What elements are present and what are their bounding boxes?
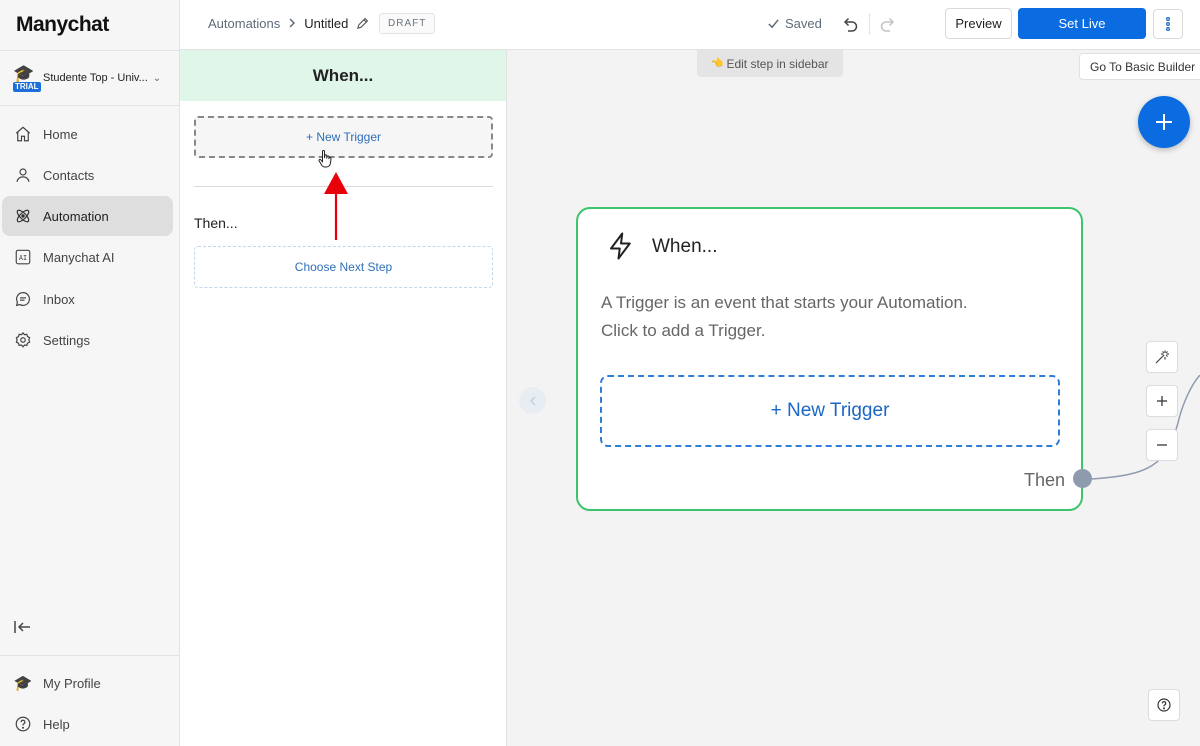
node-title: When... xyxy=(652,236,718,257)
lightning-bolt-icon xyxy=(610,232,631,260)
chat-icon xyxy=(13,289,33,309)
svg-text:AI: AI xyxy=(19,254,27,262)
node-description: A Trigger is an event that starts your A… xyxy=(601,289,1061,345)
flow-canvas[interactable]: 👈 Edit step in sidebar Go To Basic Build… xyxy=(508,50,1200,746)
graduation-cap-icon: 🎓 xyxy=(13,64,35,83)
step-edit-panel: When... + New Trigger Then... Choose Nex… xyxy=(180,50,507,746)
node-new-trigger-button[interactable]: + New Trigger xyxy=(600,375,1060,447)
collapse-panel-button[interactable] xyxy=(519,387,546,414)
help-icon xyxy=(1157,698,1171,712)
check-icon xyxy=(768,19,779,29)
nav-item-inbox[interactable]: Inbox xyxy=(2,279,173,319)
automation-name: Untitled xyxy=(304,16,349,31)
plus-icon xyxy=(1156,114,1172,130)
left-nav: Manychat 🎓 TRIAL Studente Top - Univ... … xyxy=(0,0,180,746)
breadcrumb: Automations Untitled xyxy=(208,16,369,31)
trigger-node[interactable]: When... A Trigger is an event that start… xyxy=(576,207,1083,511)
nav-item-label: Help xyxy=(43,716,70,732)
hand-pointer-cursor-icon xyxy=(318,150,332,168)
edit-step-hint-text: Edit step in sidebar xyxy=(726,56,829,71)
nav-item-label: Contacts xyxy=(43,167,95,183)
nav-item-label: My Profile xyxy=(43,675,101,691)
choose-next-step-button[interactable]: Choose Next Step xyxy=(194,246,493,288)
nav-divider xyxy=(0,50,180,51)
annotation-arrow-icon xyxy=(324,172,348,240)
nav-item-my-profile[interactable]: 🎓 My Profile xyxy=(2,663,173,703)
account-name: Studente Top - Univ... xyxy=(43,72,148,84)
nav-item-label: Automation xyxy=(43,208,109,224)
nav-item-manychat-ai[interactable]: AI Manychat AI xyxy=(2,237,173,277)
kebab-menu-icon xyxy=(1166,17,1170,32)
home-icon xyxy=(13,124,33,144)
edit-step-hint: 👈 Edit step in sidebar xyxy=(697,50,843,77)
ai-icon: AI xyxy=(13,247,33,267)
zoom-out-button[interactable] xyxy=(1146,429,1178,461)
profile-avatar-icon: 🎓 xyxy=(13,675,33,692)
trial-badge: TRIAL xyxy=(13,82,41,92)
top-bar: Automations Untitled DRAFT Saved Preview… xyxy=(180,0,1200,50)
undo-icon[interactable] xyxy=(840,14,860,34)
new-trigger-button[interactable]: + New Trigger xyxy=(194,116,493,158)
nav-item-label: Home xyxy=(43,126,78,142)
redo-icon[interactable] xyxy=(878,14,898,34)
breadcrumb-automations-link[interactable]: Automations xyxy=(208,16,280,31)
chevron-down-icon: ⌄ xyxy=(152,72,162,84)
saved-indicator: Saved xyxy=(767,16,822,31)
nav-item-automation[interactable]: Automation xyxy=(2,196,173,236)
auto-arrange-button[interactable] xyxy=(1146,341,1178,373)
gear-icon xyxy=(13,330,33,350)
saved-label: Saved xyxy=(785,16,822,31)
help-button[interactable] xyxy=(1148,689,1180,721)
nav-item-contacts[interactable]: Contacts xyxy=(2,155,173,195)
nav-item-help[interactable]: Help xyxy=(2,704,173,744)
node-output-port[interactable] xyxy=(1073,469,1092,488)
account-switcher[interactable]: 🎓 TRIAL Studente Top - Univ... ⌄ xyxy=(10,62,172,94)
nav-divider xyxy=(0,105,180,106)
panel-title: When... xyxy=(180,50,506,101)
pointing-hand-icon: 👈 xyxy=(711,58,724,69)
nav-item-home[interactable]: Home xyxy=(2,114,173,154)
node-then-label: Then xyxy=(1023,470,1065,490)
nav-item-label: Manychat AI xyxy=(43,249,115,265)
user-icon xyxy=(13,165,33,185)
add-step-button[interactable] xyxy=(1138,96,1190,148)
node-description-line: Click to add a Trigger. xyxy=(601,321,766,340)
go-to-basic-builder-button[interactable]: Go To Basic Builder xyxy=(1079,53,1200,80)
nav-item-settings[interactable]: Settings xyxy=(2,320,173,360)
node-description-line: A Trigger is an event that starts your A… xyxy=(601,293,968,312)
automation-icon xyxy=(13,206,33,226)
magic-wand-icon xyxy=(1155,350,1169,364)
nav-divider xyxy=(0,655,180,656)
then-label: Then... xyxy=(194,215,238,231)
nav-item-label: Settings xyxy=(43,332,90,348)
minus-icon xyxy=(1157,444,1167,446)
toolbar-divider xyxy=(869,13,870,35)
set-live-button[interactable]: Set Live xyxy=(1018,8,1146,39)
account-avatar: 🎓 TRIAL xyxy=(10,63,41,93)
nav-item-label: Inbox xyxy=(43,291,75,307)
zoom-in-button[interactable] xyxy=(1146,385,1178,417)
status-badge: DRAFT xyxy=(379,13,436,34)
breadcrumb-chevron-icon xyxy=(288,17,296,31)
manychat-logo[interactable]: Manychat xyxy=(16,13,109,37)
chevron-left-icon xyxy=(529,395,536,406)
more-options-button[interactable] xyxy=(1153,9,1183,39)
edit-name-pencil-icon[interactable] xyxy=(356,17,369,30)
preview-button[interactable]: Preview xyxy=(945,8,1012,39)
collapse-sidebar-icon[interactable] xyxy=(12,617,34,637)
plus-icon xyxy=(1157,396,1167,406)
help-icon xyxy=(13,714,33,734)
